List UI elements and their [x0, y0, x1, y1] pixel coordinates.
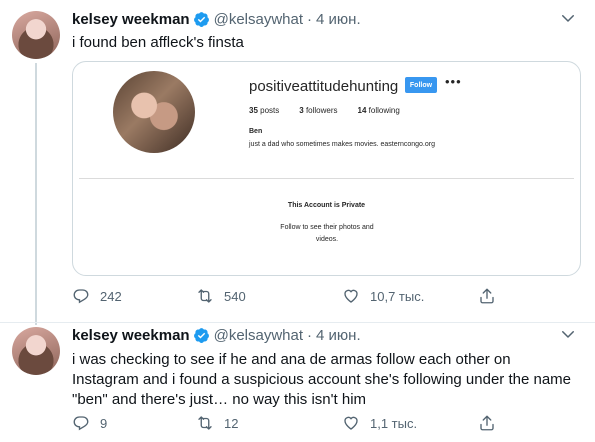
avatar[interactable]: [12, 11, 60, 59]
chevron-down-icon[interactable]: [559, 9, 577, 27]
like-button[interactable]: 10,7 тыс.: [342, 286, 478, 306]
share-button[interactable]: [478, 413, 496, 433]
reply-count: 242: [100, 288, 122, 304]
followers-stat: 3 followers: [299, 106, 338, 115]
tweet-text: i was checking to see if he and ana de a…: [72, 351, 571, 408]
posts-stat: 35 posts: [249, 106, 280, 115]
retweet-icon: [198, 416, 212, 430]
tweet-date[interactable]: 4 июн.: [316, 327, 361, 344]
reply-button[interactable]: 9: [72, 413, 196, 433]
retweet-count: 540: [224, 288, 246, 304]
author-name[interactable]: kelsey weekman: [72, 11, 190, 28]
more-icon: •••: [445, 74, 462, 89]
like-count: 1,1 тыс.: [370, 415, 418, 431]
like-count: 10,7 тыс.: [370, 288, 425, 304]
tweet-actions: 242 540 10,7 тыс.: [72, 286, 502, 306]
profile-photo: [113, 71, 195, 153]
instagram-stats: 35 posts 3 followers 14 following: [249, 106, 400, 115]
avatar[interactable]: [12, 327, 60, 375]
embedded-image[interactable]: positiveattitudehunting Follow ••• 35 po…: [72, 61, 581, 276]
divider: [79, 178, 574, 179]
reply-button[interactable]: 242: [72, 286, 196, 306]
verified-badge-icon: [193, 11, 209, 27]
follow-button: Follow: [405, 77, 437, 93]
thread-connector: [35, 63, 37, 325]
reply-icon: [73, 416, 89, 431]
private-account-title: This Account is Private: [287, 202, 366, 209]
instagram-bio: just a dad who sometimes makes movies. e…: [249, 141, 435, 148]
like-button[interactable]: 1,1 тыс.: [342, 413, 478, 433]
share-icon: [480, 415, 494, 431]
retweet-icon: [198, 289, 212, 303]
instagram-username: positiveattitudehunting: [249, 78, 399, 95]
heart-icon: [344, 289, 358, 303]
tweet-text: i found ben affleck's finsta: [72, 34, 244, 51]
retweet-count: 12: [224, 415, 239, 431]
chevron-down-icon[interactable]: [559, 325, 577, 343]
verified-badge-icon: [193, 327, 209, 343]
author-handle[interactable]: @kelsaywhat: [214, 11, 303, 28]
tweet-header: kelsey weekman @kelsaywhat · 4 июн.: [72, 325, 585, 345]
reply-icon: [73, 289, 89, 304]
retweet-button[interactable]: 540: [196, 286, 342, 306]
separator-dot: ·: [307, 10, 313, 28]
tweet[interactable]: kelsey weekman @kelsaywhat · 4 июн. i wa…: [0, 322, 595, 442]
instagram-display-name: Ben: [249, 128, 263, 135]
author-name[interactable]: kelsey weekman: [72, 327, 190, 344]
private-account-subtitle: Follow to see their photos and videos.: [280, 224, 374, 243]
share-button[interactable]: [478, 286, 496, 306]
share-icon: [480, 288, 494, 304]
reply-count: 9: [100, 415, 108, 431]
tweet[interactable]: kelsey weekman @kelsaywhat · 4 июн. i fo…: [0, 0, 595, 325]
retweet-button[interactable]: 12: [196, 413, 342, 433]
tweet-actions: 9 12 1,1 тыс.: [72, 413, 502, 433]
tweet-date[interactable]: 4 июн.: [316, 11, 361, 28]
tweet-header: kelsey weekman @kelsaywhat · 4 июн.: [72, 9, 585, 29]
separator-dot: ·: [307, 326, 313, 344]
following-stat: 14 following: [357, 106, 400, 115]
heart-icon: [344, 416, 358, 430]
author-handle[interactable]: @kelsaywhat: [214, 327, 303, 344]
